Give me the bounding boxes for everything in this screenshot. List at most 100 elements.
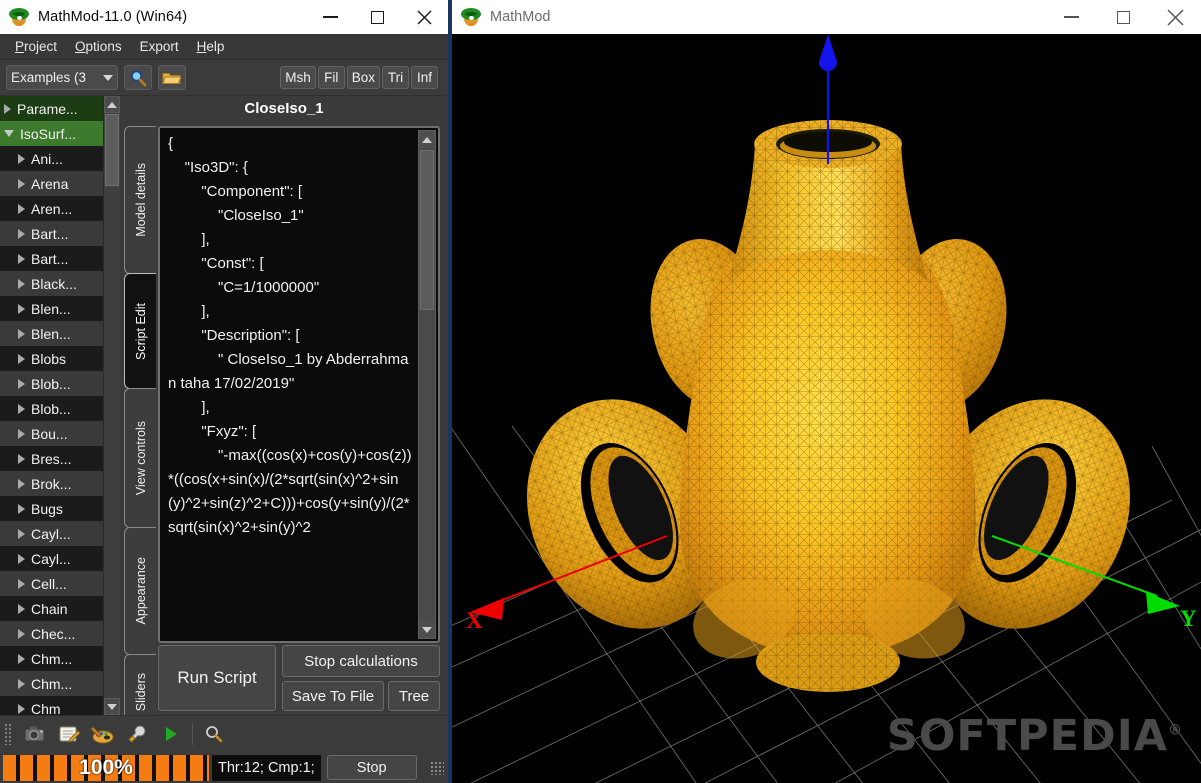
palette-button[interactable] [86,719,120,749]
examples-combobox[interactable]: Examples (3 [6,65,118,90]
tree-item[interactable]: IsoSurf... [0,121,120,146]
tree-item[interactable]: Blen... [0,321,120,346]
editor-tab-appearance[interactable]: Appearance [124,527,156,655]
tree-item[interactable]: Parame... [0,96,120,121]
tree-item[interactable]: Bres... [0,446,120,471]
toolbar-drag-handle[interactable] [4,723,13,745]
chevron-right-icon[interactable] [18,203,25,214]
chevron-right-icon[interactable] [18,303,25,314]
chevron-right-icon[interactable] [18,503,25,514]
zoom-search-button[interactable] [124,65,152,90]
tree-item[interactable]: Blen... [0,296,120,321]
tree-item[interactable]: Chain [0,596,120,621]
opengl-viewport[interactable]: X Y SOFTPEDIA® [452,34,1201,783]
tree-scroll-up-button[interactable] [104,96,120,113]
tree-item[interactable]: Aren... [0,196,120,221]
tree-item[interactable]: Chm [0,696,120,715]
close-button[interactable] [1149,0,1201,34]
tree-item[interactable]: Bou... [0,421,120,446]
chevron-right-icon[interactable] [18,428,25,439]
chevron-right-icon[interactable] [18,228,25,239]
btn-tri[interactable]: Tri [382,66,409,89]
chevron-right-icon[interactable] [18,553,25,564]
tree-item[interactable]: Chm... [0,646,120,671]
tree-item[interactable]: Brok... [0,471,120,496]
tree-item[interactable]: Chec... [0,621,120,646]
tree-item[interactable]: Cell... [0,571,120,596]
script-editor-text[interactable]: { "Iso3D": { "Component": [ "CloseIso_1"… [168,132,414,540]
maximize-button[interactable] [1097,0,1149,34]
settings-button[interactable] [120,719,154,749]
chevron-right-icon[interactable] [18,353,25,364]
chevron-right-icon[interactable] [18,278,25,289]
tree-item[interactable]: Cayl... [0,546,120,571]
chevron-right-icon[interactable] [18,603,25,614]
examples-tree[interactable]: Parame... IsoSurf... Ani... Arena Aren... Bar… [0,96,120,715]
menu-options[interactable]: Options [66,36,131,57]
tree-item-label: Chain [31,600,68,617]
zoom-button[interactable] [197,719,231,749]
script-scroll-up-button[interactable] [419,131,435,148]
script-editor[interactable]: { "Iso3D": { "Component": [ "CloseIso_1"… [158,126,440,643]
chevron-right-icon[interactable] [18,253,25,264]
tree-item[interactable]: Bart... [0,246,120,271]
tree-item[interactable]: Black... [0,271,120,296]
btn-fil[interactable]: Fil [317,66,345,89]
chevron-right-icon[interactable] [18,478,25,489]
tree-item[interactable]: Blob... [0,396,120,421]
window-resize-grip[interactable] [430,760,444,775]
run-button[interactable] [154,719,188,749]
minimize-button[interactable] [1045,0,1097,34]
camera-button[interactable] [18,719,52,749]
notepad-button[interactable] [52,719,86,749]
editor-tab-view-controls[interactable]: View controls [124,388,156,528]
chevron-right-icon[interactable] [18,628,25,639]
btn-inf[interactable]: Inf [411,66,438,89]
chevron-down-icon[interactable] [4,130,14,137]
chevron-right-icon[interactable] [4,103,11,114]
chevron-right-icon[interactable] [18,528,25,539]
chevron-right-icon[interactable] [18,378,25,389]
btn-msh[interactable]: Msh [280,66,316,89]
chevron-right-icon[interactable] [18,453,25,464]
tree-item[interactable]: Blob... [0,371,120,396]
tree-scrollbar[interactable] [103,96,120,715]
tree-item[interactable]: Bugs [0,496,120,521]
chevron-right-icon[interactable] [18,328,25,339]
chevron-right-icon[interactable] [18,178,25,189]
tree-item[interactable]: Cayl... [0,521,120,546]
stop-calculations-button[interactable]: Stop calculations [282,645,440,677]
chevron-right-icon[interactable] [18,653,25,664]
chevron-right-icon[interactable] [18,578,25,589]
open-file-button[interactable] [158,65,186,90]
tree-button[interactable]: Tree [388,681,440,711]
btn-box[interactable]: Box [346,66,380,89]
chevron-right-icon[interactable] [18,703,25,714]
menu-help[interactable]: Help [188,36,234,57]
chevron-right-icon[interactable] [18,153,25,164]
chevron-right-icon[interactable] [18,403,25,414]
script-scroll-down-button[interactable] [419,621,435,638]
tree-scroll-thumb[interactable] [105,114,119,186]
close-button[interactable] [401,0,448,34]
tree-item[interactable]: Bart... [0,221,120,246]
tree-item[interactable]: Chm... [0,671,120,696]
tree-item[interactable]: Ani... [0,146,120,171]
tree-item-label: Bart... [31,250,69,267]
run-script-button[interactable]: Run Script [158,645,276,711]
script-editor-scrollbar[interactable] [418,130,436,639]
stop-button[interactable]: Stop [326,755,417,780]
save-to-file-button[interactable]: Save To File [282,681,384,711]
minimize-icon [323,16,338,18]
editor-tab-model-details[interactable]: Model details [124,126,156,274]
menu-project[interactable]: Project [6,36,66,57]
script-scroll-thumb[interactable] [420,150,434,310]
tree-item[interactable]: Blobs [0,346,120,371]
editor-tab-script-edit[interactable]: Script Edit [124,273,156,389]
tree-item[interactable]: Arena [0,171,120,196]
chevron-right-icon[interactable] [18,678,25,689]
maximize-button[interactable] [354,0,401,34]
minimize-button[interactable] [307,0,354,34]
menu-export[interactable]: Export [131,36,188,57]
tree-scroll-down-button[interactable] [104,698,120,715]
